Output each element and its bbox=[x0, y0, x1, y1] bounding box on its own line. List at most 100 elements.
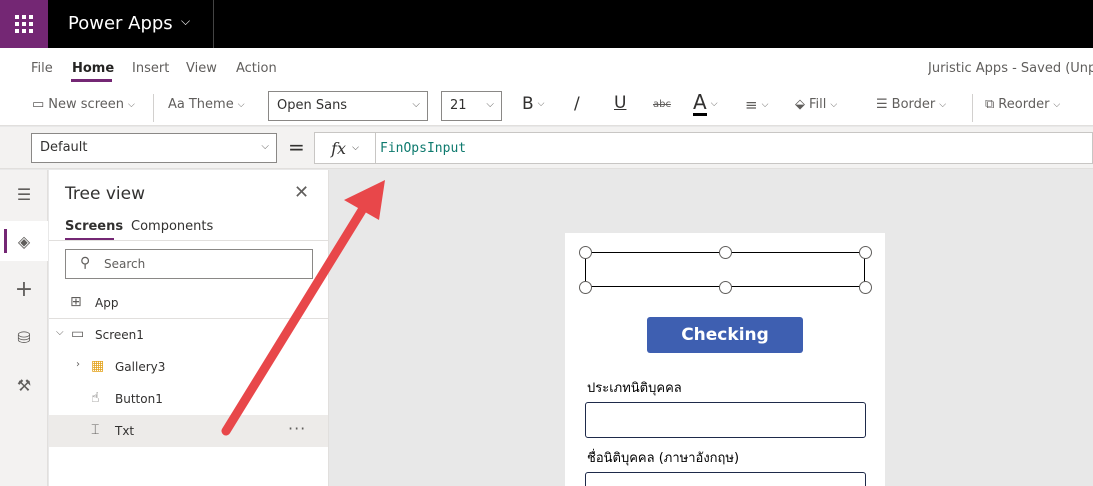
ribbon-toolbar: ▭ New screen ⌵ Aa Theme ⌵ Open Sans ⌵ 21… bbox=[0, 86, 1093, 126]
gallery-icon: ▦ bbox=[91, 358, 105, 374]
close-icon[interactable]: ✕ bbox=[294, 182, 309, 203]
property-value: Default bbox=[40, 140, 88, 155]
search-icon: ⚲ bbox=[80, 255, 91, 271]
tree-item-app[interactable]: ⊞ App bbox=[49, 287, 328, 319]
chevron-down-icon: ⌵ bbox=[261, 141, 269, 152]
app-title[interactable]: Power Apps bbox=[68, 13, 173, 34]
divider bbox=[49, 240, 329, 241]
align-button[interactable]: ≡ ⌵ bbox=[745, 96, 768, 114]
chevron-down-icon: ⌵ bbox=[761, 100, 769, 110]
font-size-select[interactable]: 21 ⌵ bbox=[441, 91, 502, 121]
chevron-right-icon[interactable]: › bbox=[76, 359, 80, 370]
menu-insert[interactable]: Insert bbox=[132, 61, 169, 76]
hamburger-icon: ☰ bbox=[16, 184, 32, 204]
menu-action[interactable]: Action bbox=[236, 61, 277, 76]
button-icon: ☝ bbox=[91, 390, 100, 406]
bold-button[interactable]: B ⌵ bbox=[522, 94, 545, 114]
layers-icon: ◈ bbox=[17, 231, 31, 251]
top-bar: Power Apps ⌵ bbox=[0, 0, 1093, 48]
tab-screens[interactable]: Screens bbox=[65, 219, 123, 234]
font-family-select[interactable]: Open Sans ⌵ bbox=[268, 91, 428, 121]
divider bbox=[213, 0, 214, 48]
strikethrough-icon: abc bbox=[653, 99, 671, 110]
juristic-name-label: ชื่อนิติบุคคล (ภาษาอังกฤษ) bbox=[587, 451, 740, 466]
resize-handle[interactable] bbox=[579, 281, 592, 294]
reorder-button[interactable]: ⧉ Reorder ⌵ bbox=[985, 97, 1060, 112]
tree-view-button[interactable]: ◈ bbox=[0, 221, 48, 261]
tree-item-label: App bbox=[95, 296, 119, 310]
resize-handle[interactable] bbox=[719, 281, 732, 294]
fill-button[interactable]: ⬙ Fill ⌵ bbox=[795, 97, 837, 112]
chevron-down-icon: ⌵ bbox=[237, 99, 245, 110]
active-tab-indicator bbox=[71, 79, 112, 82]
insert-button[interactable]: + bbox=[0, 269, 48, 309]
tree-item-screen1[interactable]: ⌵ ▭ Screen1 bbox=[49, 319, 328, 351]
resize-handle[interactable] bbox=[859, 246, 872, 259]
property-select[interactable]: Default ⌵ bbox=[31, 133, 277, 163]
data-button[interactable]: ⛁ bbox=[0, 317, 48, 357]
new-screen-button[interactable]: ▭ New screen ⌵ bbox=[32, 97, 135, 112]
function-button[interactable]: fx ⌵ bbox=[314, 132, 376, 164]
tree-item-label: Gallery3 bbox=[115, 360, 166, 374]
chevron-down-icon: ⌵ bbox=[352, 143, 359, 153]
theme-button[interactable]: Aa Theme ⌵ bbox=[168, 97, 245, 112]
chevron-down-icon[interactable]: ⌵ bbox=[181, 14, 190, 29]
power-apps-studio: Power Apps ⌵ File Home Insert View Actio… bbox=[0, 0, 1093, 486]
search-placeholder: Search bbox=[104, 257, 146, 271]
tools-icon: ⚒ bbox=[16, 375, 32, 395]
more-options-icon[interactable]: ··· bbox=[288, 419, 306, 438]
juristic-type-input[interactable] bbox=[585, 402, 866, 438]
tab-components[interactable]: Components bbox=[131, 219, 213, 234]
tree-item-txt[interactable]: ⌶ Txt ··· bbox=[49, 415, 328, 447]
resize-handle[interactable] bbox=[859, 281, 872, 294]
app-launcher-button[interactable] bbox=[0, 0, 48, 48]
app-icon: ⊞ bbox=[70, 294, 82, 310]
juristic-name-input[interactable] bbox=[585, 472, 866, 486]
fx-icon: fx bbox=[331, 138, 347, 158]
align-icon: ≡ bbox=[745, 96, 758, 114]
divider bbox=[153, 94, 154, 122]
hamburger-menu-button[interactable]: ☰ bbox=[0, 174, 48, 214]
underline-icon: U bbox=[614, 93, 627, 113]
resize-handle[interactable] bbox=[719, 246, 732, 259]
theme-label: Theme bbox=[188, 97, 234, 112]
border-button[interactable]: ☰ Border ⌵ bbox=[876, 97, 946, 112]
formula-bar: Default ⌵ = fx ⌵ FinOpsInput bbox=[0, 127, 1093, 169]
font-color-button[interactable]: A ⌵ bbox=[693, 91, 718, 116]
font-family-value: Open Sans bbox=[277, 98, 348, 113]
chevron-down-icon[interactable]: ⌵ bbox=[56, 327, 64, 338]
resize-handle[interactable] bbox=[579, 246, 592, 259]
strikethrough-button[interactable]: abc bbox=[653, 99, 671, 110]
border-icon: ☰ bbox=[876, 97, 888, 112]
document-title: Juristic Apps - Saved (Unpu bbox=[928, 61, 1093, 76]
formula-input[interactable]: FinOpsInput bbox=[376, 132, 1093, 164]
equals-sign: = bbox=[288, 135, 305, 159]
new-screen-label: New screen bbox=[48, 97, 124, 112]
paint-bucket-icon: ⬙ bbox=[795, 97, 805, 112]
database-icon: ⛁ bbox=[17, 327, 31, 347]
border-label: Border bbox=[891, 97, 936, 112]
juristic-type-label: ประเภทนิติบุคคล bbox=[587, 381, 682, 396]
underline-button[interactable]: U bbox=[614, 93, 626, 113]
active-rail-indicator bbox=[4, 229, 7, 253]
advanced-tools-button[interactable]: ⚒ bbox=[0, 365, 48, 405]
menu-home[interactable]: Home bbox=[72, 61, 114, 76]
checking-button[interactable]: Checking bbox=[647, 317, 803, 353]
reorder-icon: ⧉ bbox=[985, 97, 995, 112]
panel-title: Tree view bbox=[65, 184, 145, 204]
fill-label: Fill bbox=[809, 97, 827, 112]
chevron-down-icon: ⌵ bbox=[830, 99, 838, 110]
font-size-value: 21 bbox=[450, 98, 467, 113]
italic-button[interactable]: / bbox=[574, 94, 580, 114]
menu-view[interactable]: View bbox=[186, 61, 217, 76]
menu-file[interactable]: File bbox=[31, 61, 53, 76]
chevron-down-icon: ⌵ bbox=[1053, 99, 1061, 110]
search-input[interactable]: ⚲ Search bbox=[65, 249, 313, 279]
chevron-down-icon: ⌵ bbox=[412, 99, 420, 110]
chevron-down-icon: ⌵ bbox=[128, 99, 135, 110]
new-screen-icon: ▭ bbox=[32, 97, 45, 112]
plus-icon: + bbox=[14, 276, 34, 302]
app-screen: Checking ประเภทนิติบุคคล ชื่อนิติบุคคล (… bbox=[565, 233, 885, 486]
tree-item-gallery3[interactable]: › ▦ Gallery3 bbox=[49, 351, 328, 383]
tree-item-button1[interactable]: ☝ Button1 bbox=[49, 383, 328, 415]
